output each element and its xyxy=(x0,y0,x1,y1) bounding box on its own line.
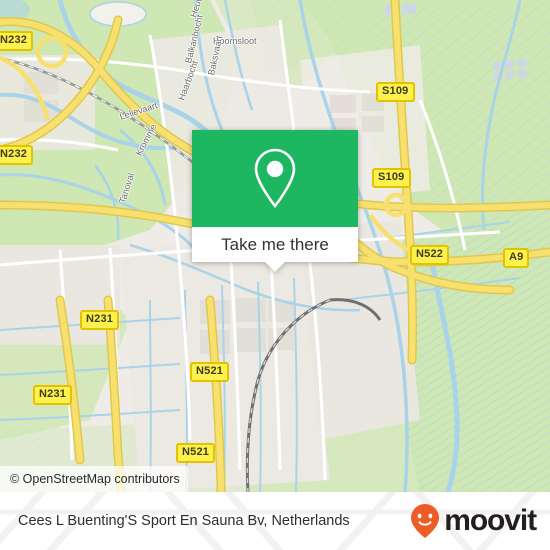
footer-bar: Cees L Buenting'S Sport En Sauna Bv, Net… xyxy=(0,492,550,550)
road-shield-n521[interactable]: N521 xyxy=(190,362,230,382)
road-shield-a9[interactable]: A9 xyxy=(503,248,530,268)
popup-pointer xyxy=(264,261,286,272)
road-shield-n231[interactable]: N231 xyxy=(80,310,120,330)
map-attribution[interactable]: © OpenStreetMap contributors xyxy=(0,466,188,492)
road-shield-s109[interactable]: S109 xyxy=(372,168,411,188)
road-shield-n521[interactable]: N521 xyxy=(176,443,216,463)
take-me-there-label: Take me there xyxy=(221,234,329,254)
attribution-text: © OpenStreetMap contributors xyxy=(10,472,180,486)
moovit-brand[interactable]: moovit xyxy=(408,502,537,540)
place-title: Cees L Buenting'S Sport En Sauna Bv, Net… xyxy=(18,513,350,529)
popup-pin-area xyxy=(192,130,358,227)
road-shield-n231[interactable]: N231 xyxy=(33,385,73,405)
map-pin-icon xyxy=(254,148,296,208)
road-shield-n522[interactable]: N522 xyxy=(410,245,450,265)
moovit-place-map-screenshot: Heuvelbocht Hoornsloot Haarbocht Baksvaa… xyxy=(0,0,550,550)
place-popup-card[interactable]: Take me there xyxy=(192,130,358,272)
road-shield-n232[interactable]: N232 xyxy=(0,145,34,165)
moovit-pin-smiley-icon xyxy=(411,504,440,538)
take-me-there-button[interactable]: Take me there xyxy=(192,227,358,272)
road-shield-n232[interactable]: N232 xyxy=(0,31,34,51)
moovit-wordmark: moovit xyxy=(444,504,537,537)
map-canvas[interactable]: Heuvelbocht Hoornsloot Haarbocht Baksvaa… xyxy=(0,0,550,492)
road-shield-s109[interactable]: S109 xyxy=(376,82,415,102)
